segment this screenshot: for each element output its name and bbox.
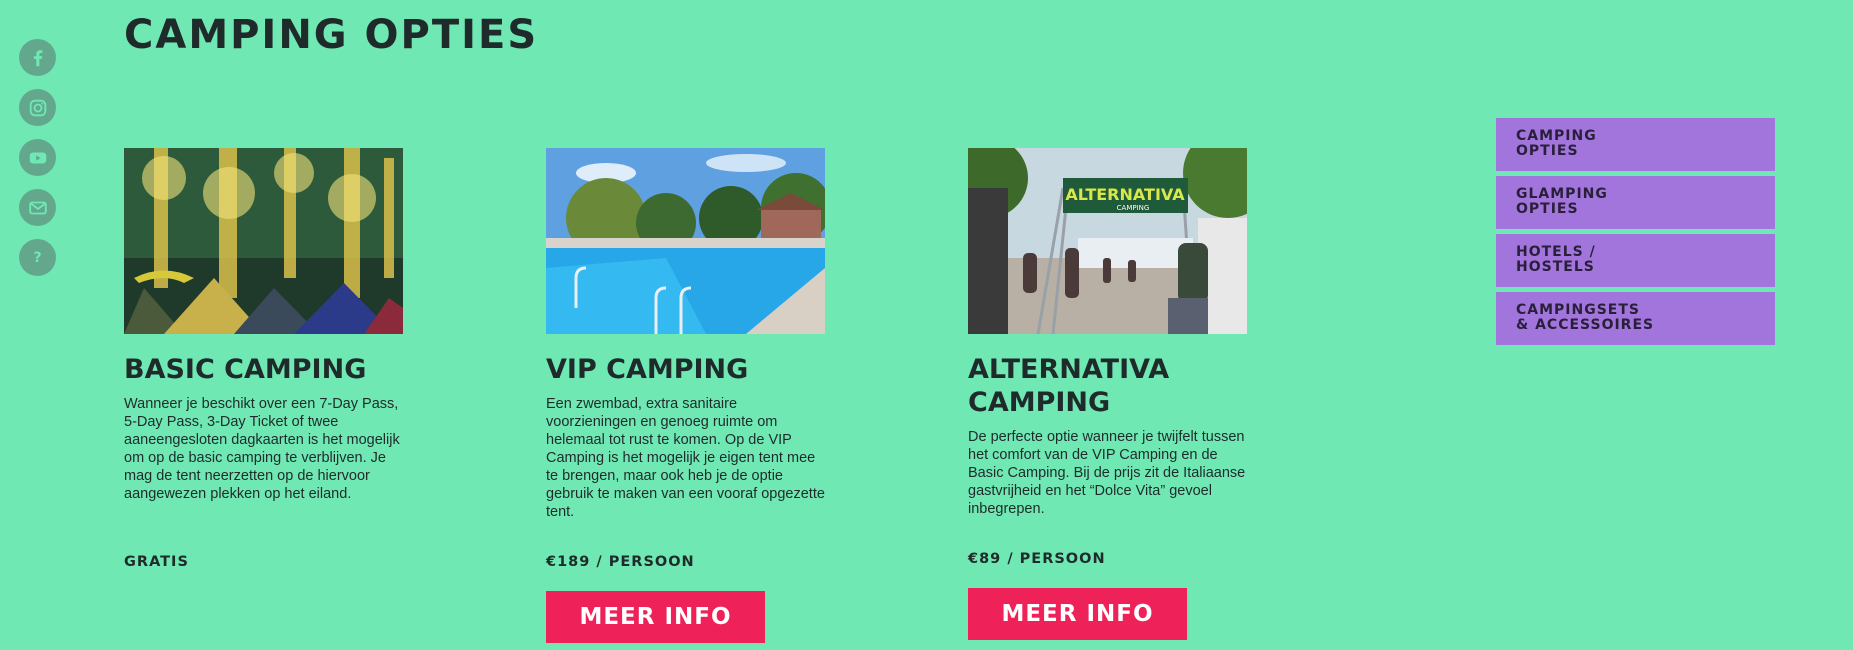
vip-meer-info-button[interactable]: MEER INFO [546, 591, 765, 643]
mail-link[interactable] [19, 189, 56, 226]
card-title: VIP CAMPING [546, 354, 749, 385]
card-title: ALTERNATIVA CAMPING [968, 354, 1170, 418]
instagram-link[interactable] [19, 89, 56, 126]
alternativa-camping-price: €89 / PERSOON [968, 551, 1106, 567]
alternativa-sign-subtext: CAMPING [1117, 204, 1150, 212]
youtube-icon [29, 152, 46, 163]
help-link[interactable]: ? [19, 239, 56, 276]
basic-camping-card: BASIC CAMPING Wanneer je beschikt over e… [124, 148, 404, 503]
vip-camping-price: €189 / PERSOON [546, 554, 695, 570]
vip-camping-card: VIP CAMPING Een zwembad, extra sanitaire… [546, 148, 826, 521]
social-links: ? [19, 39, 56, 276]
mail-icon [28, 201, 47, 214]
alternativa-camping-image: ALTERNATIVA CAMPING [968, 148, 1247, 334]
youtube-link[interactable] [19, 139, 56, 176]
page-title: CAMPING OPTIES [124, 12, 539, 58]
facebook-icon [33, 49, 42, 66]
alternativa-meer-info-button[interactable]: MEER INFO [968, 588, 1187, 640]
side-menu-item-hotels-hostels[interactable]: HOTELS / HOSTELS [1496, 234, 1775, 287]
side-menu-item-campingsets-accessoires[interactable]: CAMPINGSETS & ACCESSOIRES [1496, 292, 1775, 345]
card-description: De perfecte optie wanneer je twijfelt tu… [968, 429, 1246, 517]
side-menu: CAMPING OPTIES GLAMPING OPTIES HOTELS / … [1496, 118, 1775, 345]
side-menu-item-glamping-opties[interactable]: GLAMPING OPTIES [1496, 176, 1775, 229]
card-description: Een zwembad, extra sanitaire voorziening… [546, 396, 825, 520]
facebook-link[interactable] [19, 39, 56, 76]
alternativa-camping-card: ALTERNATIVA CAMPING ALTERNATIVA CAMPING … [968, 148, 1248, 518]
instagram-icon [29, 99, 46, 116]
basic-camping-image [124, 148, 403, 334]
side-menu-item-camping-opties[interactable]: CAMPING OPTIES [1496, 118, 1775, 171]
help-icon: ? [33, 249, 42, 266]
alternativa-sign-text: ALTERNATIVA [1065, 185, 1185, 204]
vip-camping-image [546, 148, 825, 334]
card-title: BASIC CAMPING [124, 354, 367, 385]
card-description: Wanneer je beschikt over een 7-Day Pass,… [124, 396, 400, 502]
basic-camping-price: GRATIS [124, 554, 189, 570]
